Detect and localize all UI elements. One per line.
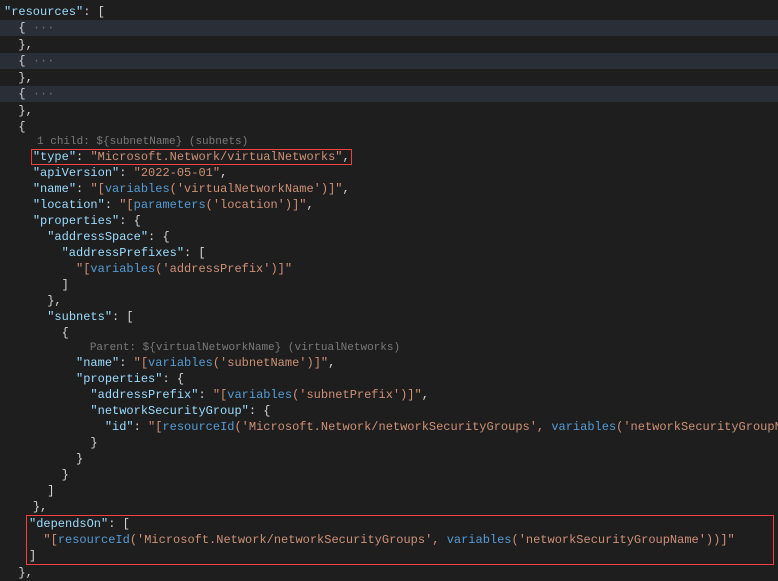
code-line: "addressSpace": { [0,229,778,245]
folded-region[interactable]: { ··· [0,86,778,102]
code-line: "dependsOn": [ [29,516,771,532]
code-line: "apiVersion": "2022-05-01", [0,165,778,181]
code-line: "name": "[variables('virtualNetworkName'… [0,181,778,197]
code-line: "properties": { [0,213,778,229]
code-line: { [0,325,778,341]
code-line: "subnets": [ [0,309,778,325]
folded-region[interactable]: { ··· [0,20,778,36]
highlight-box-dependson: "dependsOn": [ "[resourceId('Microsoft.N… [26,515,774,565]
code-line: }, [0,565,778,581]
code-line: }, [0,70,778,86]
code-line-type: "type": "Microsoft.Network/virtualNetwor… [0,149,778,165]
code-line: ] [0,483,778,499]
highlight-box-type: "type": "Microsoft.Network/virtualNetwor… [31,149,352,165]
code-line: { [0,119,778,135]
code-line: "[resourceId('Microsoft.Network/networkS… [29,532,771,548]
codelens-parent[interactable]: Parent: ${virtualNetworkName} (virtualNe… [0,341,778,355]
code-line: "location": "[parameters('location')]", [0,197,778,213]
code-line: "properties": { [0,371,778,387]
code-editor[interactable]: "resources": [ { ··· }, { ··· }, { ··· }… [0,4,778,581]
code-line: }, [0,37,778,53]
code-line: }, [0,293,778,309]
code-line: } [0,435,778,451]
code-line: "addressPrefixes": [ [0,245,778,261]
folded-region[interactable]: { ··· [0,53,778,69]
code-line: "[variables('addressPrefix')]" [0,261,778,277]
codelens-children[interactable]: 1 child: ${subnetName} (subnets) [0,135,778,149]
code-line: "resources": [ [0,4,778,20]
code-line: "networkSecurityGroup": { [0,403,778,419]
code-line: "addressPrefix": "[variables('subnetPref… [0,387,778,403]
code-line: "id": "[resourceId('Microsoft.Network/ne… [0,419,778,435]
code-line: }, [0,499,778,515]
code-line: } [0,451,778,467]
code-line: } [0,467,778,483]
code-line: ] [0,277,778,293]
code-line: "name": "[variables('subnetName')]", [0,355,778,371]
code-line: }, [0,103,778,119]
code-line: ] [29,548,771,564]
